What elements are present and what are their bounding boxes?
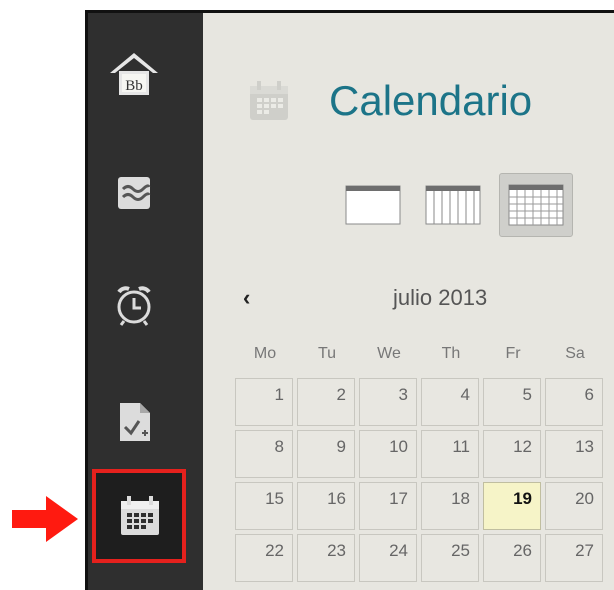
app-frame: Bb Calendario ‹ julio 2013 Mo Tu We Th F…	[85, 10, 614, 590]
day-cell[interactable]: 23	[297, 534, 355, 582]
day-cell[interactable]: 9	[297, 430, 355, 478]
day-cell[interactable]: 26	[483, 534, 541, 582]
month-navigation: ‹ julio 2013	[203, 283, 614, 313]
home-bb-icon: Bb	[110, 53, 158, 95]
day-cell[interactable]: 5	[483, 378, 541, 426]
weekday-label: Mo	[253, 345, 277, 362]
sidebar-item-calendar[interactable]	[92, 469, 186, 563]
day-cell[interactable]: 13	[545, 430, 603, 478]
day-cell[interactable]: 16	[297, 482, 355, 530]
calendar-icon	[121, 496, 159, 535]
day-view-icon	[345, 185, 401, 225]
alarm-clock-icon	[117, 286, 151, 326]
day-cell[interactable]: 4	[421, 378, 479, 426]
weekday-label: We	[377, 345, 401, 362]
sidebar: Bb	[88, 13, 203, 590]
day-cell[interactable]: 17	[359, 482, 417, 530]
day-cell[interactable]: 15	[235, 482, 293, 530]
weekday-label: Tu	[317, 345, 337, 362]
day-cell[interactable]: 24	[359, 534, 417, 582]
month-view-icon	[508, 184, 564, 226]
sidebar-item-due-dates[interactable]	[88, 257, 203, 337]
day-cell[interactable]: 18	[421, 482, 479, 530]
day-cell[interactable]: 3	[359, 378, 417, 426]
weekday-label: Sa	[565, 345, 585, 362]
bb-logo-text: Bb	[125, 78, 143, 94]
day-cell[interactable]: 27	[545, 534, 603, 582]
weekday-label: Th	[441, 345, 461, 362]
month-view-button[interactable]	[499, 173, 573, 237]
main-panel: Calendario ‹ julio 2013 Mo Tu We Th Fr S…	[203, 13, 614, 590]
pointer-arrow-icon	[12, 496, 78, 542]
day-cell[interactable]: 1	[235, 378, 293, 426]
today-cell[interactable]: 19	[483, 482, 541, 530]
sidebar-item-streams[interactable]	[88, 145, 203, 225]
day-cell[interactable]: 10	[359, 430, 417, 478]
day-cell[interactable]: 25	[421, 534, 479, 582]
document-check-icon	[120, 403, 150, 441]
week-view-icon	[425, 185, 481, 225]
day-cell[interactable]: 11	[421, 430, 479, 478]
day-cell[interactable]: 8	[235, 430, 293, 478]
page-title: Calendario	[329, 77, 533, 124]
day-cell[interactable]: 22	[235, 534, 293, 582]
calendar-title-icon	[250, 81, 288, 120]
prev-month-button[interactable]: ‹	[243, 283, 250, 313]
day-view-button[interactable]	[345, 185, 401, 230]
wave-icon	[118, 177, 151, 209]
weekday-label: Fr	[505, 345, 521, 362]
day-cell[interactable]: 20	[545, 482, 603, 530]
month-label: julio 2013	[393, 285, 488, 310]
day-cell[interactable]: 12	[483, 430, 541, 478]
day-cell[interactable]: 6	[545, 378, 603, 426]
day-cell[interactable]: 2	[297, 378, 355, 426]
sidebar-item-home[interactable]: Bb	[88, 27, 203, 107]
week-view-button[interactable]	[425, 185, 481, 230]
sidebar-item-grades[interactable]	[88, 373, 203, 453]
